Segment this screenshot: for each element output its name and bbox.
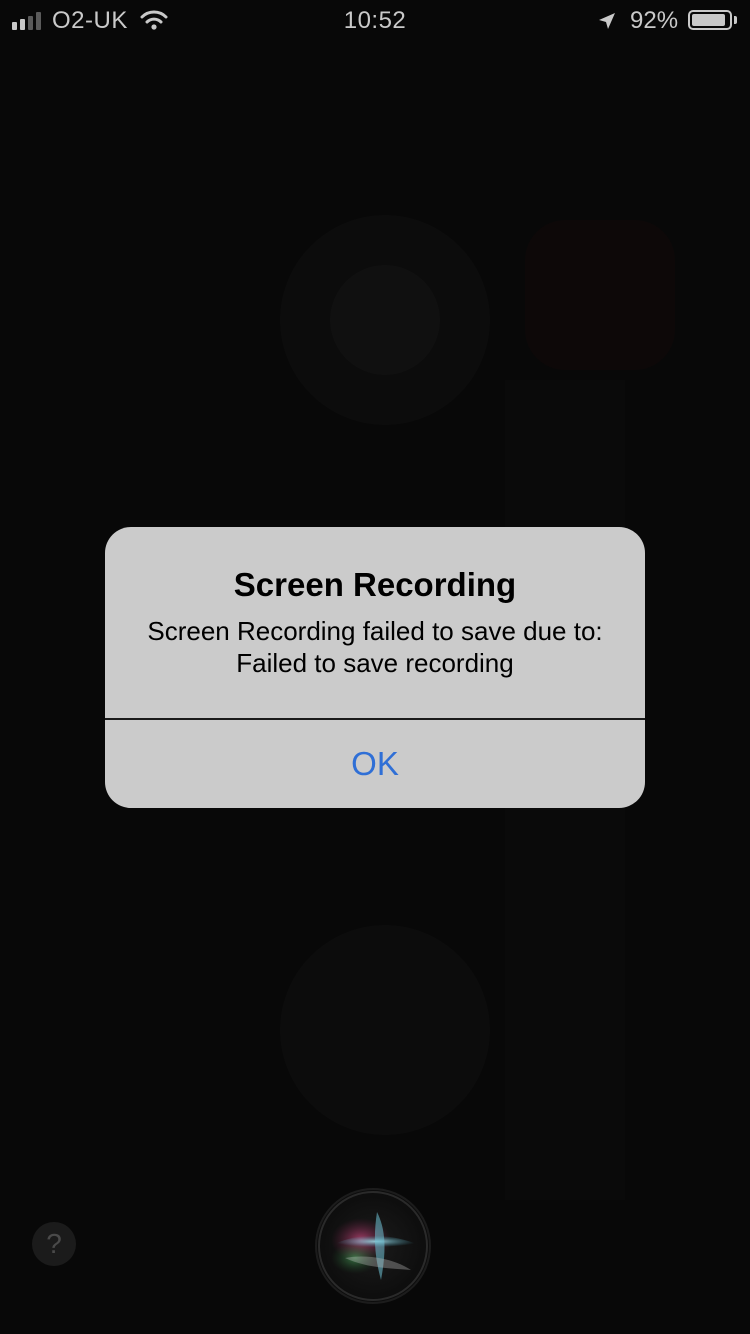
battery-percent: 92% [630,7,679,34]
siri-icon[interactable] [315,1188,431,1304]
battery-icon [688,10,732,30]
alert-message-line-2: Failed to save recording [236,648,514,678]
alert-title: Screen Recording [233,566,517,603]
alert-dialog: Screen Recording Screen Recording failed… [105,527,645,808]
background-dimmed-control-inner [330,265,440,375]
siri-orb-graphic [318,1191,428,1301]
status-bar: O2-UK 10:52 92% [0,0,750,40]
ok-button[interactable]: OK [105,720,645,808]
screen: O2-UK 10:52 92% Screen Recording Screen … [0,0,750,1334]
battery-level-fill [692,14,726,26]
alert-message: Screen Recording failed to save due to: … [105,615,645,679]
background-dimmed-tile [525,220,675,370]
alert-message-line-1: Screen Recording failed to save due to: [147,616,603,646]
background-dimmed-control [280,925,490,1135]
location-arrow-icon [597,10,617,38]
battery-cap [734,16,737,24]
help-icon[interactable]: ? [32,1222,76,1266]
